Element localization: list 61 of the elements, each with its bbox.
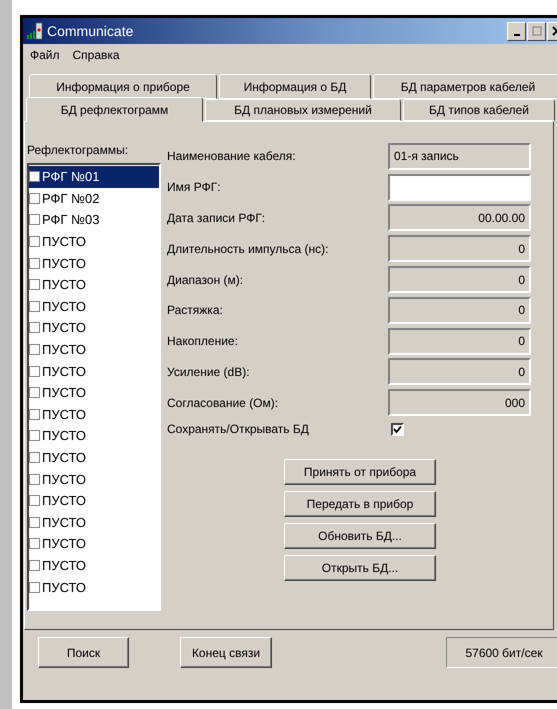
readonly-field: 0 [388,296,531,324]
list-item[interactable]: ПУСТО [29,296,159,318]
list-item[interactable]: ПУСТО [29,274,159,296]
list-item[interactable]: ПУСТО [29,317,159,339]
field-label: Диапазон (м): [167,272,244,287]
field-label: Растяжка: [167,303,224,318]
search-button[interactable]: Поиск [38,637,129,668]
checkbox[interactable] [391,422,404,436]
menu-item[interactable]: Справка [72,48,120,62]
input-field[interactable] [388,174,531,201]
field-label: Согласование (Ом): [167,396,280,410]
tab[interactable]: Информация о БД [219,74,371,99]
minimize-icon [514,34,520,36]
disconnect-button[interactable]: Конец связи [180,637,272,668]
app-icon [27,22,43,40]
tab[interactable]: БД рефлектограмм [26,97,203,122]
checkbox-label: Сохранять/Открывать БД [167,422,310,436]
readonly-field: 0 [388,328,531,355]
readonly-field: 0 [388,266,531,294]
list-item[interactable]: ПУСТО [29,490,159,512]
list-item[interactable]: ПУСТО [29,252,159,274]
readonly-field: 00.00.00 [388,204,531,232]
action-button[interactable]: Принять от прибора [284,459,436,486]
list-item[interactable]: ПУСТО [29,512,159,534]
field-label: Дата записи РФГ: [167,210,266,225]
list-item[interactable]: ПУСТО [29,533,159,555]
list-item[interactable]: ПУСТО [29,230,159,252]
window-title: Communicate [47,23,134,39]
list-item[interactable]: РФГ №02 [29,188,159,210]
tab[interactable]: БД плановых измерений [205,99,401,121]
list-item[interactable]: ПУСТО [29,338,159,360]
action-button[interactable]: Обновить БД... [284,523,436,550]
list-item[interactable]: ПУСТО [29,404,159,426]
action-button[interactable]: Передать в прибор [284,491,436,518]
readonly-field: 0 [388,358,531,386]
list-item[interactable]: ПУСТО [29,425,159,447]
field-label: Накопление: [167,334,239,348]
readonly-field: 0 [388,235,531,262]
field-label: Длительность импульса (нс): [167,242,330,256]
list-label: Рефлектограммы: [27,142,130,159]
list-item[interactable]: РФГ №03 [29,209,159,231]
action-button[interactable]: Открыть БД... [284,555,436,582]
field-label: Наименование кабеля: [167,149,297,164]
menu-item[interactable]: Файл [30,48,60,62]
list-item[interactable]: ПУСТО [29,446,159,468]
readonly-field: 000 [388,389,531,416]
list-item[interactable]: ПУСТО [29,382,159,404]
list-item[interactable]: ПУСТО [29,468,159,490]
list-item[interactable]: ПУСТО [29,554,159,576]
tab[interactable]: БД параметров кабелей [373,74,557,99]
maximize-icon [532,26,542,36]
readonly-field: 01-я запись [388,142,531,170]
list-item[interactable]: ПУСТО [29,360,159,382]
list-item[interactable]: РФГ №01 [29,166,159,188]
tab[interactable]: БД типов кабелей [403,99,555,121]
list-item[interactable]: ПУСТО [29,576,159,598]
minimize-button[interactable] [507,22,526,40]
field-label: Имя РФГ: [167,180,222,194]
baud-rate-status: 57600 бит/сек [446,637,557,668]
field-label: Усиление (dB): [167,364,251,379]
maximize-button[interactable] [527,22,546,40]
